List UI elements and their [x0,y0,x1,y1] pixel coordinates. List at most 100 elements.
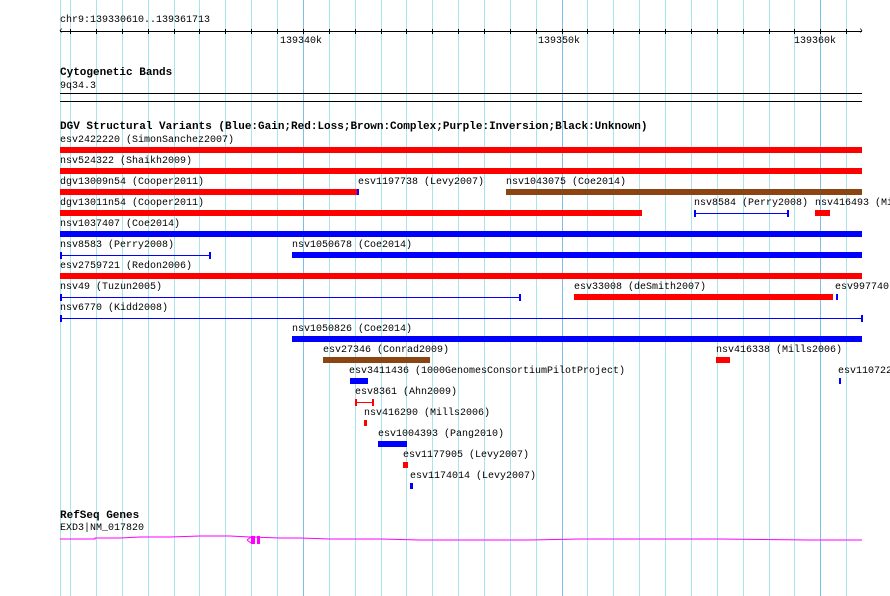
genome-browser-panel: chr9:139330610..139361713 ‹ › 139340k 13… [0,0,890,596]
cytoband-label: 9q34.3 [60,81,97,92]
variant-bar-gain[interactable] [836,294,838,300]
feature-label[interactable]: nsv6770 (Kidd2008) [60,303,168,314]
tick-label: 139350k [538,36,581,47]
gene-model-exd3[interactable] [0,530,890,550]
feature-label[interactable]: esv1174014 (Levy2007) [410,471,536,482]
ruler-tick [148,29,149,34]
ruler-axis[interactable] [60,31,862,32]
ruler-tick [70,29,71,34]
variant-end-cap [787,210,789,217]
grid-line [458,0,459,596]
variant-end-cap [60,294,62,301]
variant-end-cap [355,399,357,406]
variant-bar-loss[interactable] [60,210,642,216]
variant-bar-gain[interactable] [410,483,413,489]
ruler-tick [199,29,200,34]
variant-end-cap [209,252,211,259]
scroll-left-arrow-icon[interactable]: ‹ [58,26,64,37]
ruler-tick [122,29,123,34]
track-title-refseq[interactable]: RefSeq Genes [60,511,139,522]
grid-line [199,0,200,596]
feature-label[interactable]: nsv416338 (Mills2006) [716,345,842,356]
variant-end-cap [60,315,62,322]
feature-label[interactable]: esv1177905 (Levy2007) [403,450,529,461]
grid-line [846,0,847,596]
variant-line-gain[interactable] [60,255,210,256]
ruler-tick [536,29,537,34]
ruler-tick [329,29,330,34]
ruler-tick [587,29,588,34]
ruler-tick [96,29,97,34]
grid-line [432,0,433,596]
variant-bar-loss[interactable] [815,210,830,216]
feature-label[interactable]: nsv416290 (Mills2006) [364,408,490,419]
variant-bar-loss[interactable] [364,420,367,426]
variant-line-loss[interactable] [355,402,373,403]
feature-label[interactable]: nsv49 (Tuzun2005) [60,282,162,293]
ruler-tick [225,29,226,34]
ruler-tick [665,29,666,34]
ruler-tick [846,29,847,34]
ruler-tick [174,29,175,34]
variant-bar-gain[interactable] [839,378,841,384]
variant-end-cap [694,210,696,217]
grid-line [122,0,123,596]
track-title-dgv[interactable]: DGV Structural Variants (Blue:Gain;Red:L… [60,122,648,133]
variant-line-gain[interactable] [694,213,788,214]
variant-bar-gain[interactable] [292,336,862,342]
variant-bar-loss[interactable] [60,189,357,195]
feature-label[interactable]: esv110722 [838,366,890,377]
feature-label[interactable]: nsv8583 (Perry2008) [60,240,174,251]
feature-label[interactable]: esv2759721 (Redon2006) [60,261,192,272]
variant-line-gain[interactable] [60,297,520,298]
feature-label[interactable]: esv1197738 (Levy2007) [358,177,484,188]
variant-bar-gain[interactable] [350,378,368,384]
variant-bar-loss[interactable] [60,147,862,153]
ruler-tick [355,29,356,34]
scroll-right-arrow-icon[interactable]: › [858,26,864,37]
feature-label[interactable]: nsv1037407 (Coe2014) [60,219,180,230]
feature-label[interactable]: esv997740 [835,282,889,293]
cytoband-bar[interactable] [60,93,862,94]
variant-bar-loss[interactable] [60,273,862,279]
variant-bar-gain[interactable] [357,189,359,195]
grid-line [355,0,356,596]
grid-line [174,0,175,596]
variant-line-gain[interactable] [60,318,862,319]
variant-bar-loss[interactable] [716,357,730,363]
feature-label[interactable]: esv3411436 (1000GenomesConsortiumPilotPr… [349,366,625,377]
variant-bar-loss[interactable] [574,294,833,300]
feature-label[interactable]: esv1004393 (Pang2010) [378,429,504,440]
feature-label[interactable]: nsv8584 (Perry2008) [694,198,808,209]
variant-end-cap [861,315,863,322]
grid-line [225,0,226,596]
ruler-tick [639,29,640,34]
feature-label[interactable]: esv8361 (Ahn2009) [355,387,457,398]
feature-label[interactable]: dgv13011n54 (Cooper2011) [60,198,204,209]
grid-line [303,0,304,596]
track-title-cytoband[interactable]: Cytogenetic Bands [60,68,172,79]
variant-bar-complex[interactable] [323,357,430,363]
grid-line [251,0,252,596]
feature-label[interactable]: nsv1043075 (Coe2014) [506,177,626,188]
feature-label[interactable]: esv27346 (Conrad2009) [323,345,449,356]
feature-label[interactable]: nsv524322 (Shaikh2009) [60,156,192,167]
ruler-tick [458,29,459,34]
feature-label[interactable]: nsv1050826 (Coe2014) [292,324,412,335]
exon [257,536,260,544]
feature-label[interactable]: nsv1050678 (Coe2014) [292,240,412,251]
variant-bar-gain[interactable] [378,441,407,447]
variant-bar-loss[interactable] [60,168,862,174]
ruler-tick [303,29,304,34]
feature-label[interactable]: esv33008 (deSmith2007) [574,282,706,293]
feature-label[interactable]: dgv13009n54 (Cooper2011) [60,177,204,188]
variant-bar-loss[interactable] [403,462,408,468]
feature-label[interactable]: nsv416493 (Mi [815,198,890,209]
variant-bar-gain[interactable] [292,252,862,258]
feature-label[interactable]: esv2422220 (SimonSanchez2007) [60,135,234,146]
variant-bar-complex[interactable] [506,189,862,195]
ruler-tick [562,29,563,34]
grid-line [510,0,511,596]
variant-bar-gain[interactable] [60,231,862,237]
ruler-tick [381,29,382,34]
